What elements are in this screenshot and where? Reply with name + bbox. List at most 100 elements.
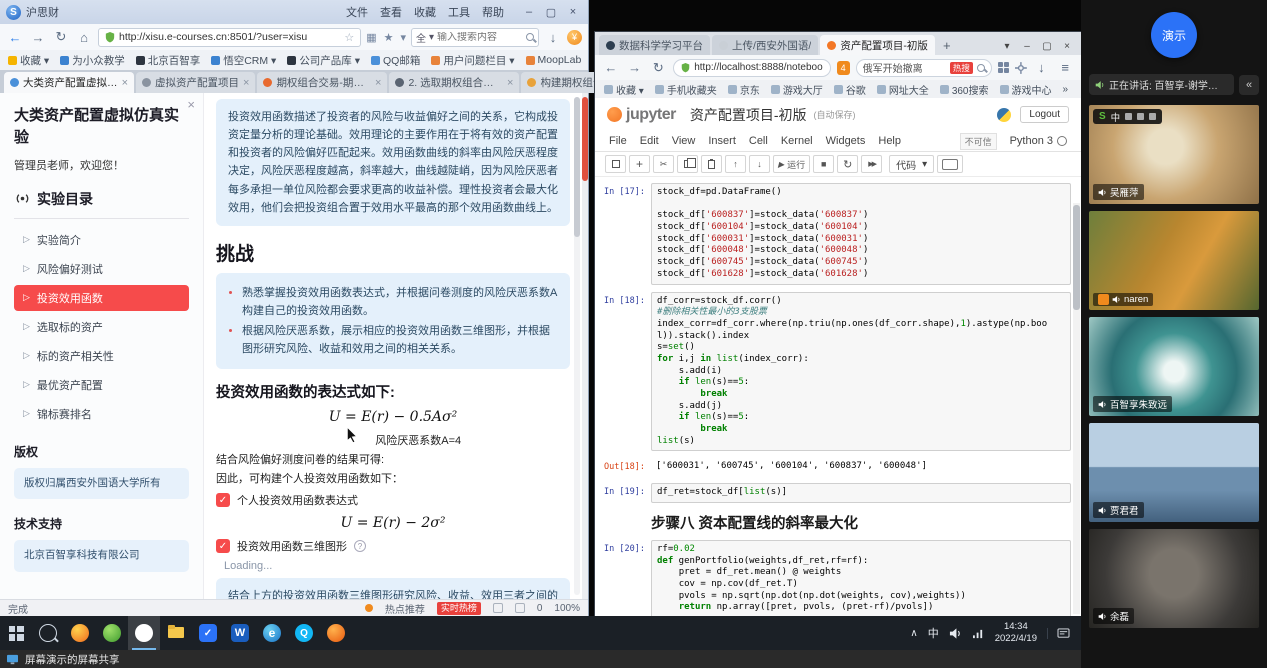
boost-icon[interactable]: 4 [837, 61, 850, 75]
checkbox-checked-icon[interactable]: ✓ [216, 539, 230, 553]
output-cell[interactable]: Out[18]:['600031', '600745', '600104', '… [595, 458, 1071, 476]
sogou-ime-icon[interactable]: S [1099, 111, 1106, 122]
download-icon[interactable]: ↓ [544, 30, 562, 45]
sidebar-close-icon[interactable]: × [187, 97, 195, 112]
browser-search-box[interactable]: 全 ▾ [411, 28, 539, 47]
move-cell-up-icon[interactable] [725, 155, 746, 173]
titlebar-menu-item[interactable]: 文件 [346, 4, 368, 20]
refresh-icon[interactable] [52, 29, 70, 45]
bookmark-item[interactable]: 公司产品库 ▾ [287, 53, 360, 68]
menu-icon[interactable]: ≡ [1056, 60, 1074, 75]
taskbar-clock[interactable]: 14:34 2022/4/19 [995, 621, 1037, 645]
left-titlebar[interactable]: S 沪思财 文件查看收藏工具帮助 [0, 0, 588, 24]
ime-indicator[interactable]: 中 [928, 625, 939, 641]
ime-language-label[interactable]: 中 [1111, 110, 1121, 124]
bookmark-item[interactable]: 收藏 ▾ [604, 82, 644, 97]
forward-icon[interactable] [626, 60, 644, 75]
hot-list-badge[interactable]: 实时热榜 [437, 602, 481, 615]
tab-close-icon[interactable]: × [375, 77, 381, 89]
qq-icon[interactable] [288, 616, 320, 650]
cell-type-select[interactable]: 代码▾ [889, 155, 934, 173]
file-explorer-icon[interactable] [160, 616, 192, 650]
window-scrollbar[interactable] [582, 93, 588, 599]
notebook-title[interactable]: 资产配置项目-初版 [690, 105, 807, 125]
ime-tool-icon[interactable] [1149, 113, 1156, 120]
search-icon[interactable] [526, 33, 534, 41]
logout-button[interactable]: Logout [1020, 106, 1069, 123]
minimize-icon[interactable] [1017, 37, 1037, 55]
bookmark-item[interactable]: 360搜索 [940, 82, 989, 97]
ime-tool-icon[interactable] [1137, 113, 1144, 120]
close-icon[interactable] [1057, 37, 1077, 55]
bookmark-item[interactable]: 北京百智享 [136, 53, 201, 68]
search-input[interactable] [863, 62, 946, 73]
sidebar-nav-item[interactable]: ▷ 风险偏好测试 [14, 256, 189, 282]
participant-video-tile[interactable]: S 中 贾君君 [1089, 423, 1259, 522]
browser-tab[interactable]: 2. 选取期权组合策略2... × [389, 72, 519, 93]
bookmark-item[interactable]: 游戏大厅 [771, 82, 823, 97]
forward-icon[interactable] [29, 30, 47, 45]
sidebar-nav-item[interactable]: ▷ 标的资产相关性 [14, 343, 189, 369]
code-cell[interactable]: In [17]:stock_df=pd.DataFrame() stock_df… [595, 183, 1071, 285]
move-cell-down-icon[interactable] [749, 155, 770, 173]
markdown-cell[interactable]: 步骤八 资本配置线的斜率最大化 [595, 510, 1071, 533]
screenshot-icon[interactable] [493, 603, 503, 613]
bookmark-item[interactable]: 手机收藏夹 [655, 82, 717, 97]
copy-cell-icon[interactable] [677, 155, 698, 173]
notebook-menu-item[interactable]: Cell [749, 135, 768, 147]
notebook-menu-item[interactable]: Insert [708, 135, 736, 147]
code-cell[interactable]: In [18]:df_corr=stock_df.corr() #删除相关性最小… [595, 292, 1071, 452]
minimize-icon[interactable] [518, 3, 540, 21]
maximize-icon[interactable] [1037, 37, 1057, 55]
tasks-app-icon[interactable] [192, 616, 224, 650]
browser-tab[interactable]: 数据科学学习平台 [599, 35, 710, 55]
volume-icon[interactable] [949, 627, 962, 640]
titlebar-menu-item[interactable]: 帮助 [482, 4, 504, 20]
maximize-icon[interactable] [540, 3, 562, 21]
engine-dropdown-icon[interactable]: ▾ [429, 32, 434, 43]
browser-tab[interactable]: 期权组合交易-期权交易 × [257, 72, 387, 93]
notebook-menu-item[interactable]: Widgets [826, 135, 866, 147]
dropdown-icon[interactable]: ▾ [400, 31, 406, 44]
bookmark-item[interactable]: 谷歌 [834, 82, 866, 97]
address-bar[interactable]: http://xisu.e-courses.cn:8501/?user=xisu… [98, 28, 361, 47]
search-engine-label[interactable]: 全 [416, 30, 426, 45]
code-cell[interactable]: In [20]:rf=0.02 def genPortfolio(weights… [595, 540, 1071, 616]
back-icon[interactable] [6, 30, 24, 45]
utility-3d-checkbox-row[interactable]: ✓ 投资效用函数三维图形 ? [216, 538, 570, 554]
browser-tab[interactable]: 虚拟资产配置项目 × [136, 72, 255, 93]
bookmark-item[interactable]: 为小众教学 [60, 53, 125, 68]
participant-video-tile[interactable]: S 中 吴雁萍 [1089, 105, 1259, 204]
browser-tab[interactable]: 资产配置项目-初版 [820, 35, 935, 55]
participant-video-tile[interactable]: S 中 naren [1089, 211, 1259, 310]
action-center-icon[interactable] [1047, 628, 1073, 639]
browser-tab[interactable]: 上传/西安外国语/ [712, 35, 818, 55]
code-cell[interactable]: In [19]:df_ret=stock_df[list(s)] [595, 483, 1071, 503]
zoom-level[interactable]: 100% [554, 603, 580, 614]
tab-close-icon[interactable]: × [122, 77, 128, 89]
participant-video-tile[interactable]: S 中 余磊 [1089, 529, 1259, 628]
downloads-icon[interactable]: ↓ [1033, 60, 1051, 75]
firefox-icon[interactable] [64, 616, 96, 650]
add-cell-icon[interactable] [629, 155, 650, 173]
restart-run-all-icon[interactable] [861, 155, 882, 173]
checkbox-checked-icon[interactable]: ✓ [216, 493, 230, 507]
address-bar[interactable]: http://localhost:8888/noteboo [673, 59, 830, 77]
favorite-star-icon[interactable]: ☆ [344, 31, 354, 44]
green-browser-icon[interactable] [96, 616, 128, 650]
edge-icon[interactable] [256, 616, 288, 650]
interrupt-kernel-icon[interactable] [813, 155, 834, 173]
run-cell-button[interactable]: 运行 [773, 155, 810, 173]
bookmark-item[interactable]: MoopLab [526, 54, 582, 66]
close-icon[interactable] [562, 3, 584, 21]
sidebar-nav-item[interactable]: ▷ 最优资产配置 [14, 372, 189, 398]
code-editor[interactable]: stock_df=pd.DataFrame() stock_df['600837… [651, 183, 1071, 285]
notebook-menu-item[interactable]: Edit [640, 135, 659, 147]
sidebar-nav-item[interactable]: ▷ 实验简介 [14, 227, 189, 253]
paste-cell-icon[interactable] [701, 155, 722, 173]
start-button[interactable] [0, 616, 32, 650]
bookmark-item[interactable]: 游戏中心 [1000, 82, 1052, 97]
bookmark-item[interactable]: 网址大全 [877, 82, 929, 97]
sidebar-nav-item[interactable]: ▷ 锦标赛排名 [14, 401, 189, 427]
gear-icon[interactable] [1015, 62, 1027, 74]
